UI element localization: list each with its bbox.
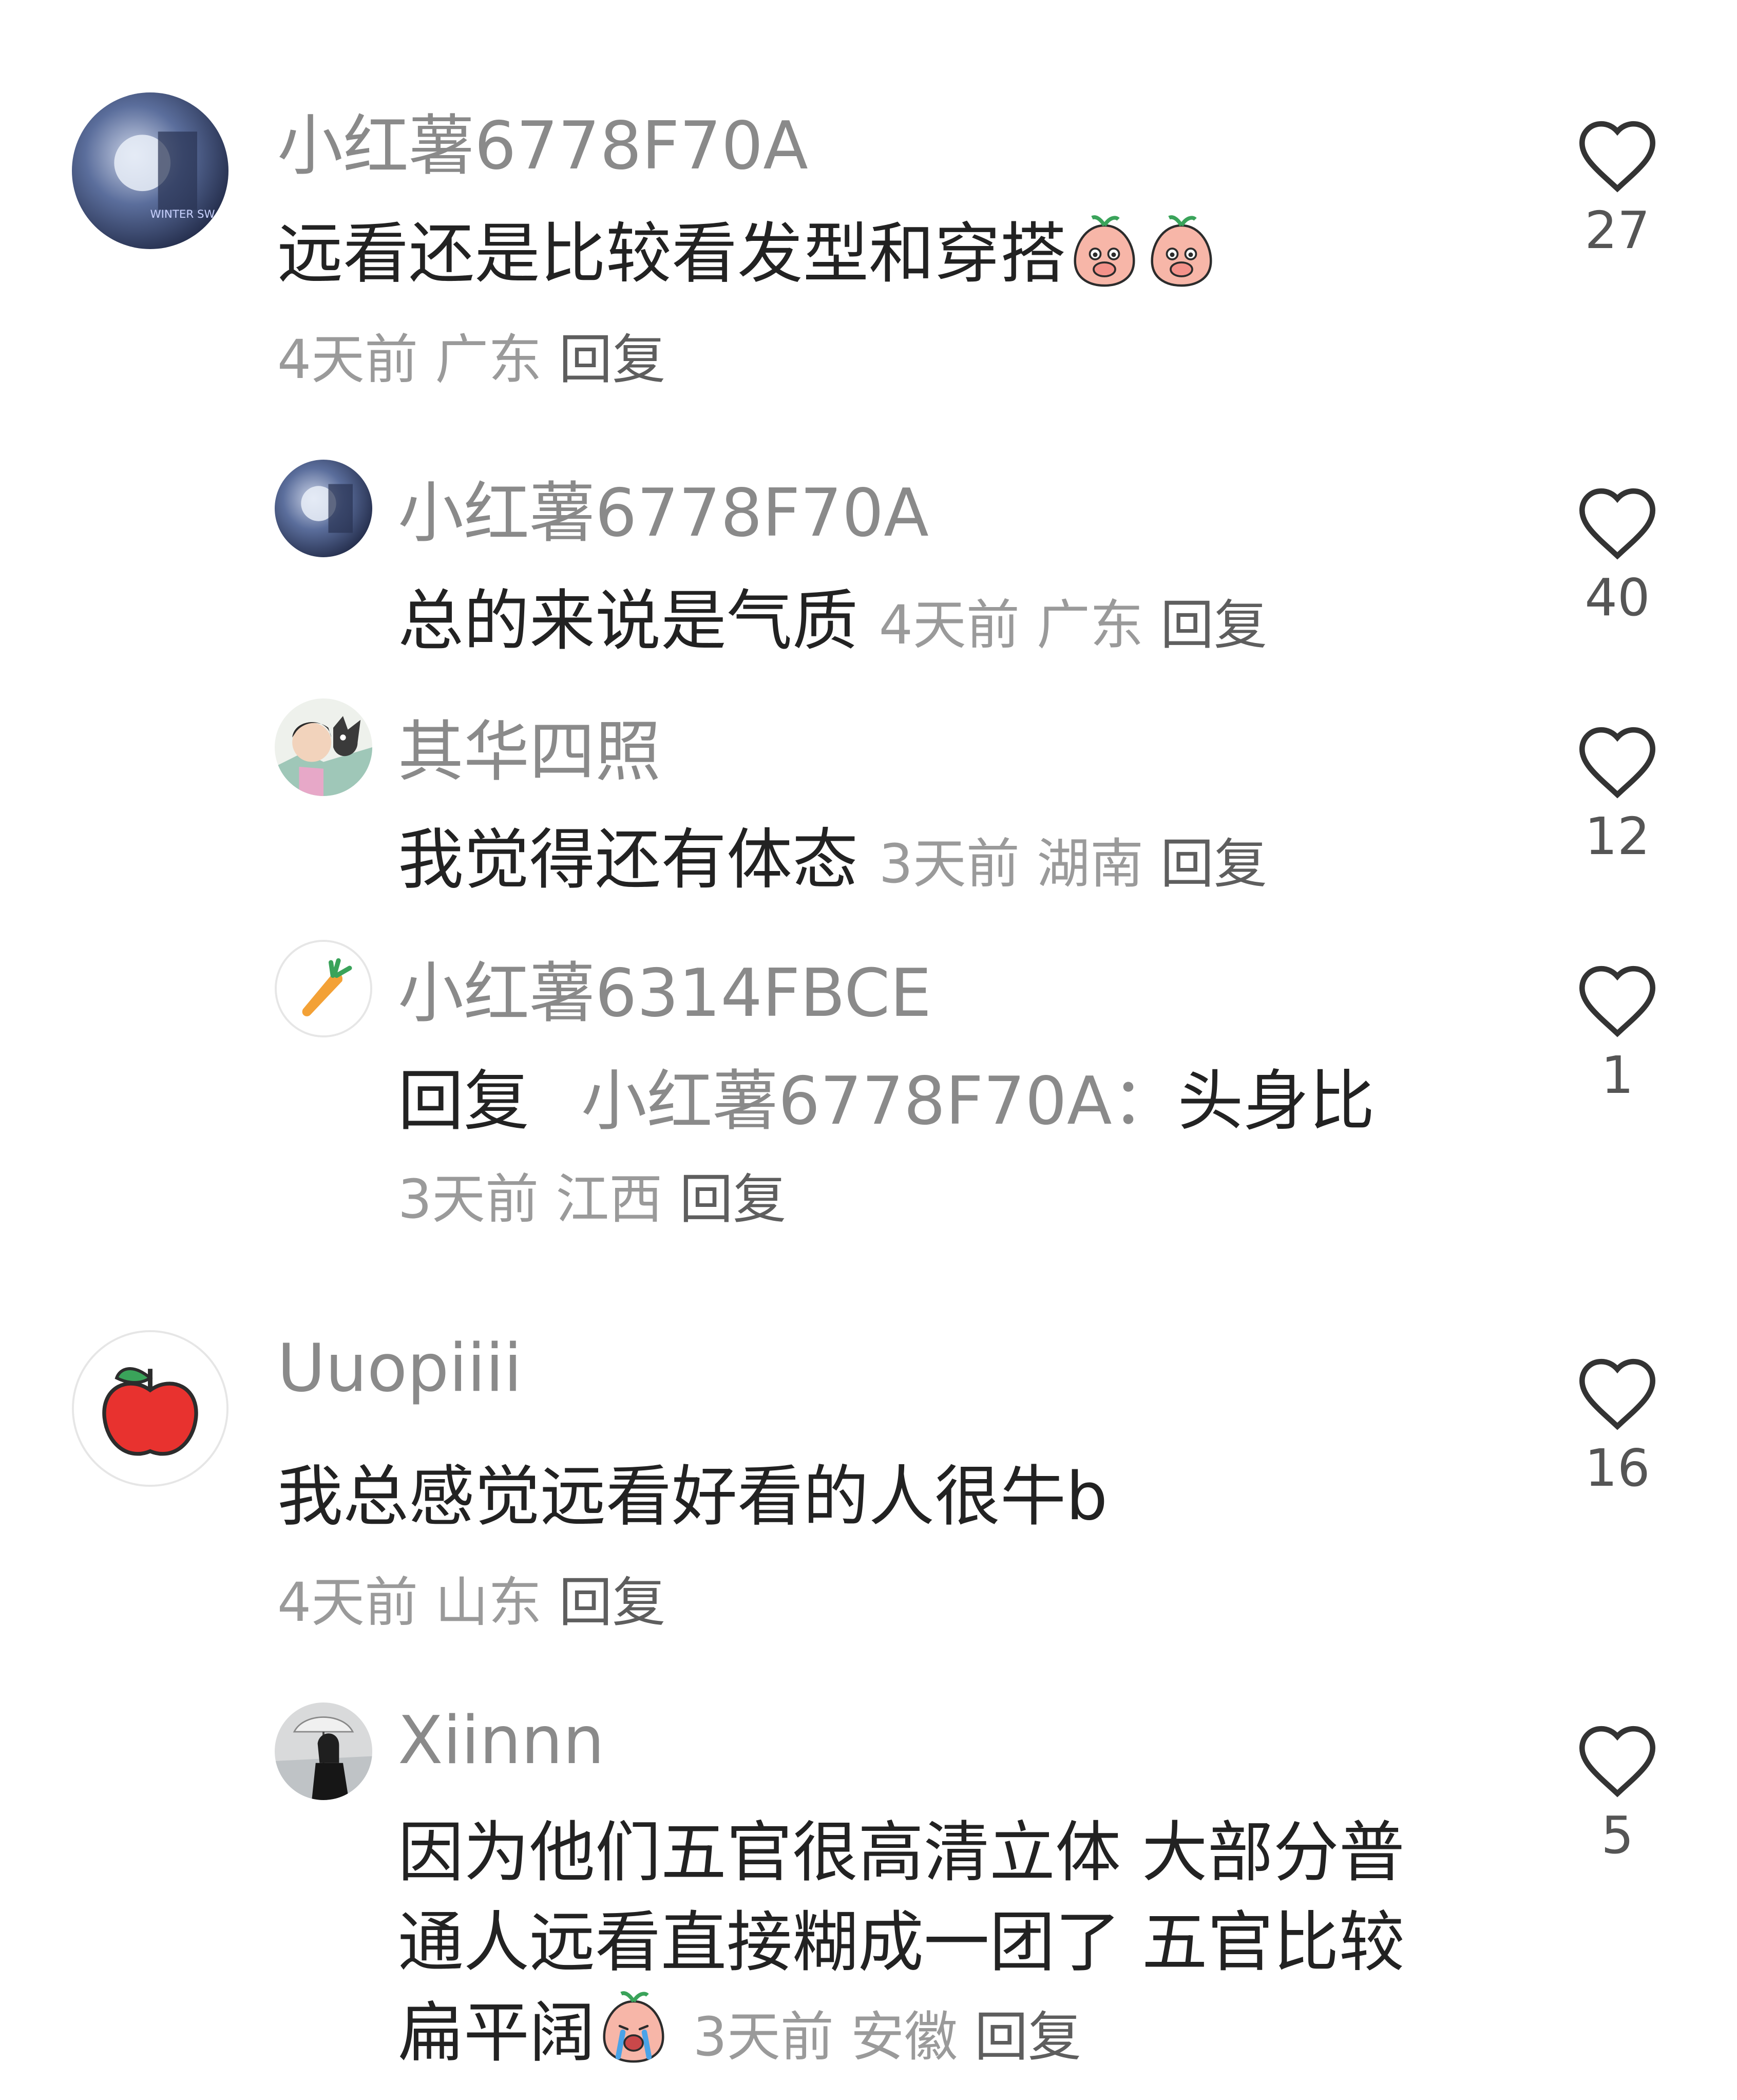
comment-meta: 3天前 江西 回复 [398,1156,786,1233]
comment-meta: 4天前 广东 回复 [277,316,665,393]
like-count: 40 [1585,567,1650,628]
like-count: 16 [1585,1438,1650,1498]
comment-location: 广东 [435,328,542,391]
heart-icon [1579,488,1656,560]
comment-location: 广东 [1036,594,1143,656]
comment-text-block[interactable]: 我觉得还有体态 3天前 湖南 回复 [398,806,1528,901]
comment-location: 安徽 [850,2006,958,2069]
comment-text-block[interactable]: 远看还是比较看发型和穿搭 [277,200,1510,305]
comment-text-block[interactable]: 回复 小红薯6778F70A：头身比 [398,1048,1528,1143]
like-button[interactable]: 40 [1556,480,1679,628]
like-count: 1 [1601,1045,1634,1105]
heart-icon [1579,1726,1656,1798]
comment-username[interactable]: 小红薯6778F70A [277,92,808,187]
comment-location: 湖南 [1036,833,1143,895]
comment-username[interactable]: 小红薯6778F70A [398,460,929,555]
heart-icon [1579,1358,1656,1430]
like-button[interactable]: 16 [1556,1351,1679,1498]
comment-username[interactable]: 其华四照 [398,698,661,793]
like-count: 27 [1585,200,1650,260]
photo-avatar-girl-with-cat-icon[interactable] [275,698,372,796]
like-button[interactable]: 27 [1556,113,1679,260]
reply-prefix: 回复 [398,1063,530,1140]
reply-button[interactable]: 回复 [1160,833,1267,895]
like-button[interactable]: 1 [1556,958,1679,1105]
peach-crying-emoji [595,1988,672,2087]
comment-text-block[interactable]: 总的来说是气质 4天前 广东 回复 [398,567,1528,663]
comment-time: 3天前 [398,1168,539,1231]
peach-covering-mouth-emoji [1066,212,1220,305]
comment-text-block[interactable]: 因为他们五官很高清立体 大部分普通人远看直接糊成一团了 五官比较扁平阔 3天前 … [398,1808,1450,2087]
reply-button[interactable]: 回复 [559,328,665,391]
heart-icon [1579,727,1656,799]
like-count: 12 [1585,806,1650,866]
heart-icon [1579,966,1656,1037]
like-button[interactable]: 12 [1556,719,1679,866]
reply-button[interactable]: 回复 [975,2006,1081,2068]
photo-avatar-winter-icon[interactable] [275,460,372,557]
heart-icon [1579,121,1656,193]
comment-location: 江西 [556,1168,663,1231]
comment-meta: 4天前 山东 回复 [277,1559,665,1636]
comment-text: 我觉得还有体态 [398,822,858,898]
comment-location: 山东 [435,1571,542,1634]
mention-link[interactable]: 小红薯6778F70A： [581,1063,1178,1140]
comment-time: 4天前 [277,328,418,391]
photo-avatar-girl-umbrella-icon[interactable] [275,1702,372,1800]
like-count: 5 [1601,1805,1634,1865]
like-button[interactable]: 5 [1556,1718,1679,1865]
reply-button[interactable]: 回复 [1160,594,1267,656]
comment-text: 总的来说是气质 [398,583,858,659]
apple-avatar-icon[interactable] [72,1330,228,1487]
comment-text: 我总感觉远看好看的人很牛b [277,1459,1108,1535]
comment-username[interactable]: Xiinnn [398,1702,604,1779]
comment-time: 3天前 [879,833,1020,895]
comment-meta: 4天前 广东 回复 [879,594,1267,656]
comment-username[interactable]: Uuopiiii [277,1330,522,1407]
comment-username[interactable]: 小红薯6314FBCE [398,940,931,1035]
comment-time: 4天前 [277,1571,418,1634]
reply-button[interactable]: 回复 [559,1571,665,1634]
comment-meta: 3天前 安徽 回复 [693,2006,1081,2068]
svg-text:WINTER SW: WINTER SW [150,208,215,221]
comment-text: 远看还是比较看发型和穿搭 [277,216,1066,292]
comment-time: 4天前 [879,594,1020,656]
comment-time: 3天前 [693,2006,834,2069]
photo-avatar-winter-icon[interactable]: WINTER SW [72,92,228,249]
comment-text-block[interactable]: 我总感觉远看好看的人很牛b [277,1443,1510,1538]
comment-meta: 3天前 湖南 回复 [879,833,1267,895]
carrot-avatar-icon[interactable] [275,940,372,1037]
comment-text: 头身比 [1177,1063,1375,1140]
reply-button[interactable]: 回复 [679,1168,786,1231]
